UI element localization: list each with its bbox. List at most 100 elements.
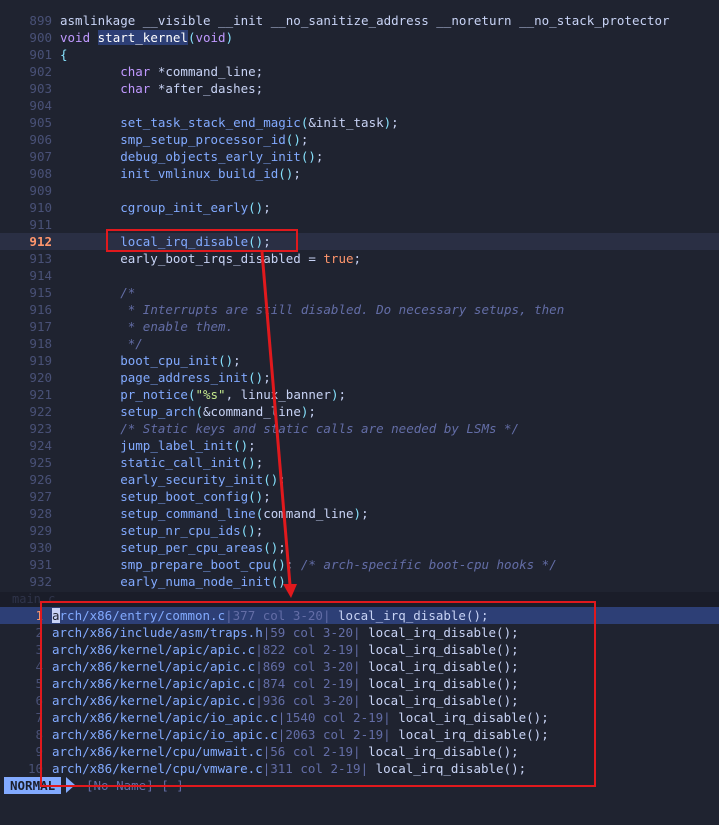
line-number: 903: [29, 81, 52, 96]
statusline: NORMAL [No Name] [-]: [0, 777, 719, 794]
code-token: setup_per_cpu_areas: [120, 540, 264, 555]
quickfix-number: 2: [35, 625, 43, 640]
separator: |: [360, 761, 376, 776]
code-line[interactable]: 907 debug_objects_early_init();: [0, 148, 719, 165]
code-token: /* Static keys and static calls are need…: [120, 421, 520, 436]
code-line[interactable]: 903 char *after_dashes;: [0, 80, 719, 97]
quickfix-item[interactable]: 6 arch/x86/kernel/apic/apic.c|936 col 3-2…: [0, 692, 719, 709]
quickfix-item[interactable]: 8 arch/x86/kernel/apic/io_apic.c |2063 col…: [0, 726, 719, 743]
code-token: ;: [308, 404, 316, 419]
mode-arrow-icon: [66, 777, 75, 793]
code-line[interactable]: 922 setup_arch(&command_line);: [0, 403, 719, 420]
quickfix-number: 6: [35, 693, 43, 708]
quickfix-file: arch/x86/kernel/apic/io_apic.c: [52, 710, 278, 725]
code-text: cgroup_init_early();: [60, 199, 271, 216]
code-token: init_vmlinux_build_id: [120, 166, 279, 181]
code-token: setup_boot_config: [120, 489, 249, 504]
code-line[interactable]: 900 void start_kernel(void): [0, 29, 719, 46]
quickfix-item[interactable]: 5 arch/x86/kernel/apic/apic.c|874 col 2-1…: [0, 675, 719, 692]
code-line[interactable]: 910 cgroup_init_early();: [0, 199, 719, 216]
code-line[interactable]: 906 smp_setup_processor_id();: [0, 131, 719, 148]
line-number: 924: [29, 438, 52, 453]
code-line[interactable]: 925 static_call_init();: [0, 454, 719, 471]
code-token: ;: [233, 353, 241, 368]
quickfix-item[interactable]: 4 arch/x86/kernel/apic/apic.c|869 col 3-2…: [0, 658, 719, 675]
code-line[interactable]: 926 early_security_init();: [0, 471, 719, 488]
code-line[interactable]: 908 init_vmlinux_build_id();: [0, 165, 719, 182]
code-token: page_address_init: [120, 370, 249, 385]
quickfix-item[interactable]: 10 arch/x86/kernel/cpu/vmware.c |311 col 2…: [0, 760, 719, 777]
code-line[interactable]: 931 smp_prepare_boot_cpu(); /* arch-spec…: [0, 556, 719, 573]
code-line[interactable]: 914: [0, 267, 719, 284]
code-line[interactable]: 932 early_numa_node_init();: [0, 573, 719, 590]
code-line[interactable]: 911: [0, 216, 719, 233]
code-text: setup_nr_cpu_ids();: [60, 522, 263, 539]
code-token: pr_notice: [120, 387, 188, 402]
code-line[interactable]: 921 pr_notice("%s", linux_banner);: [0, 386, 719, 403]
separator: |: [353, 659, 369, 674]
code-token: smp_setup_processor_id: [120, 132, 286, 147]
command-line[interactable]: [0, 794, 719, 825]
code-line[interactable]: 899 asmlinkage __visible __init __no_sani…: [0, 12, 719, 29]
code-token: (): [233, 438, 249, 453]
quickfix-text: arch/x86/kernel/apic/apic.c|874 col 2-19…: [52, 675, 519, 692]
code-token: (): [270, 574, 286, 589]
code-token: *after_dashes;: [150, 81, 264, 96]
quickfix-item[interactable]: 9 arch/x86/kernel/cpu/umwait.c |56 col 2-1…: [0, 743, 719, 760]
quickfix-list[interactable]: 1 arch/x86/entry/common.c|377 col 3-20| l…: [0, 607, 719, 777]
code-token: (): [263, 472, 279, 487]
separator: |: [322, 608, 339, 623]
code-line[interactable]: 909: [0, 182, 719, 199]
code-token: (): [248, 489, 264, 504]
code-line[interactable]: 913 early_boot_irqs_disabled = true;: [0, 250, 719, 267]
quickfix-item[interactable]: 1 arch/x86/entry/common.c|377 col 3-20| l…: [0, 607, 719, 624]
code-line[interactable]: 917 * enable them.: [0, 318, 719, 335]
code-text: char *command_line;: [60, 63, 263, 80]
separator: |: [353, 693, 369, 708]
line-number: 905: [29, 115, 52, 130]
code-token: setup_command_line: [120, 506, 256, 521]
code-line[interactable]: 915 /*: [0, 284, 719, 301]
code-line[interactable]: 901 {: [0, 46, 719, 63]
code-editor[interactable]: 899 asmlinkage __visible __init __no_sani…: [0, 0, 719, 592]
separator: |: [353, 676, 369, 691]
code-text: page_address_init();: [60, 369, 271, 386]
quickfix-number: 5: [35, 676, 43, 691]
code-line[interactable]: 929 setup_nr_cpu_ids();: [0, 522, 719, 539]
code-line[interactable]: 927 setup_boot_config();: [0, 488, 719, 505]
code-line[interactable]: 924 jump_label_init();: [0, 437, 719, 454]
code-line[interactable]: 930 setup_per_cpu_areas();: [0, 539, 719, 556]
code-line[interactable]: 918 */: [0, 335, 719, 352]
code-line[interactable]: 920 page_address_init();: [0, 369, 719, 386]
quickfix-location: 377 col 3-20: [232, 608, 323, 623]
code-line[interactable]: 923 /* Static keys and static calls are …: [0, 420, 719, 437]
quickfix-item[interactable]: 7 arch/x86/kernel/apic/io_apic.c |1540 col…: [0, 709, 719, 726]
quickfix-item[interactable]: 2 arch/x86/include/asm/traps.h |59 col 3-2…: [0, 624, 719, 641]
quickfix-text: arch/x86/kernel/apic/apic.c|936 col 3-20…: [52, 692, 519, 709]
quickfix-item[interactable]: 3 arch/x86/kernel/apic/apic.c|822 col 2-1…: [0, 641, 719, 658]
code-line[interactable]: 902 char *command_line;: [0, 63, 719, 80]
code-line[interactable]: 916 * Interrupts are still disabled. Do …: [0, 301, 719, 318]
code-token: ;: [263, 234, 271, 249]
line-number: 908: [29, 166, 52, 181]
code-text: pr_notice("%s", linux_banner);: [60, 386, 346, 403]
code-token: /* arch-specific boot-cpu hooks */: [300, 557, 557, 572]
code-text: */: [60, 335, 143, 352]
code-token: jump_label_init: [120, 438, 234, 453]
code-text: /* Static keys and static calls are need…: [60, 420, 519, 437]
code-line[interactable]: 905 set_task_stack_end_magic(&init_task)…: [0, 114, 719, 131]
separator: |: [255, 676, 263, 691]
code-token: ;: [263, 200, 271, 215]
code-line[interactable]: 912 local_irq_disable();: [0, 233, 719, 250]
code-token: true: [323, 251, 354, 266]
code-line[interactable]: 928 setup_command_line(command_line);: [0, 505, 719, 522]
quickfix-text: arch/x86/kernel/cpu/umwait.c |56 col 2-19…: [52, 743, 519, 760]
code-line[interactable]: 919 boot_cpu_init();: [0, 352, 719, 369]
code-token: ): [225, 30, 234, 45]
code-line[interactable]: 904: [0, 97, 719, 114]
